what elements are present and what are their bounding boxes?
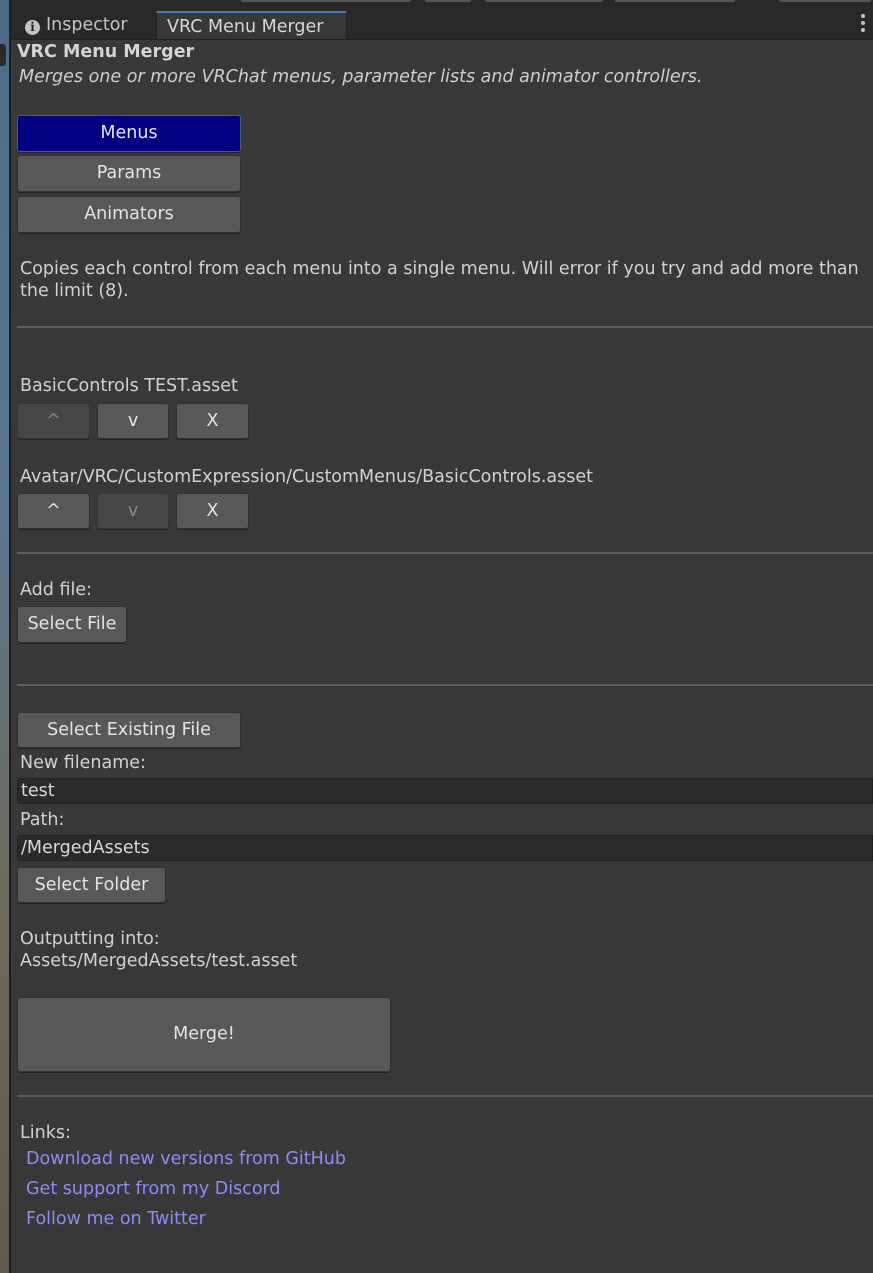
move-up-button[interactable]: ^ (17, 493, 90, 529)
github-link[interactable]: Download new versions from GitHub (26, 1149, 346, 1169)
section-divider (17, 326, 873, 328)
tab-inspector-label: Inspector (46, 15, 128, 35)
filename-label: New filename: (20, 753, 146, 773)
section-divider (17, 552, 873, 554)
add-file-label: Add file: (20, 580, 92, 600)
select-existing-file-button[interactable]: Select Existing File (17, 712, 241, 748)
toolbar-button[interactable] (241, 0, 411, 2)
tab-merger-label: VRC Menu Merger (167, 17, 324, 37)
remove-file-button[interactable]: X (176, 493, 249, 529)
merger-content: VRC Menu Merger Merges one or more VRCha… (11, 40, 873, 1273)
collapse-handle[interactable] (0, 44, 6, 66)
editor-window: i Inspector VRC Menu Merger VRC Menu Merg… (11, 0, 873, 1273)
params-mode-button[interactable]: Params (17, 155, 241, 192)
discord-link[interactable]: Get support from my Discord (26, 1179, 281, 1199)
outputting-label: Outputting into: (20, 929, 160, 949)
select-folder-button[interactable]: Select Folder (17, 867, 166, 903)
animators-mode-button[interactable]: Animators (17, 196, 241, 233)
toolbar-button[interactable] (425, 0, 471, 2)
menus-mode-button[interactable]: Menus (17, 115, 241, 152)
page-title: VRC Menu Merger (17, 42, 195, 62)
tab-vrc-menu-merger[interactable]: VRC Menu Merger (156, 11, 347, 39)
file-entry-name: BasicControls TEST.asset (20, 376, 238, 396)
twitter-link[interactable]: Follow me on Twitter (26, 1209, 206, 1229)
page-subtitle: Merges one or more VRChat menus, paramet… (19, 67, 703, 87)
more-options-icon[interactable] (861, 14, 865, 32)
move-down-button[interactable]: v (97, 493, 169, 529)
path-input[interactable]: /MergedAssets (17, 835, 873, 861)
tab-bar: i Inspector VRC Menu Merger (11, 0, 873, 40)
select-file-button[interactable]: Select File (17, 606, 127, 643)
mode-description-line1: Copies each control from each menu into … (20, 259, 859, 279)
filename-input[interactable]: test (17, 778, 873, 804)
mode-description-line2: the limit (8). (20, 281, 129, 301)
remove-file-button[interactable]: X (176, 403, 249, 439)
merge-button[interactable]: Merge! (17, 997, 391, 1072)
move-up-button[interactable]: ^ (17, 403, 90, 439)
section-divider (17, 684, 873, 686)
toolbar-button[interactable] (615, 0, 735, 2)
file-entry-name: Avatar/VRC/CustomExpression/CustomMenus/… (20, 467, 593, 487)
path-label: Path: (20, 810, 65, 830)
tab-inspector[interactable]: i Inspector (15, 11, 157, 39)
output-path-value: Assets/MergedAssets/test.asset (20, 951, 298, 971)
toolbar-button[interactable] (779, 0, 871, 2)
move-down-button[interactable]: v (97, 403, 169, 439)
toolbar-button[interactable] (485, 0, 603, 2)
links-label: Links: (20, 1123, 71, 1143)
info-icon: i (25, 20, 40, 35)
section-divider (17, 1095, 873, 1097)
